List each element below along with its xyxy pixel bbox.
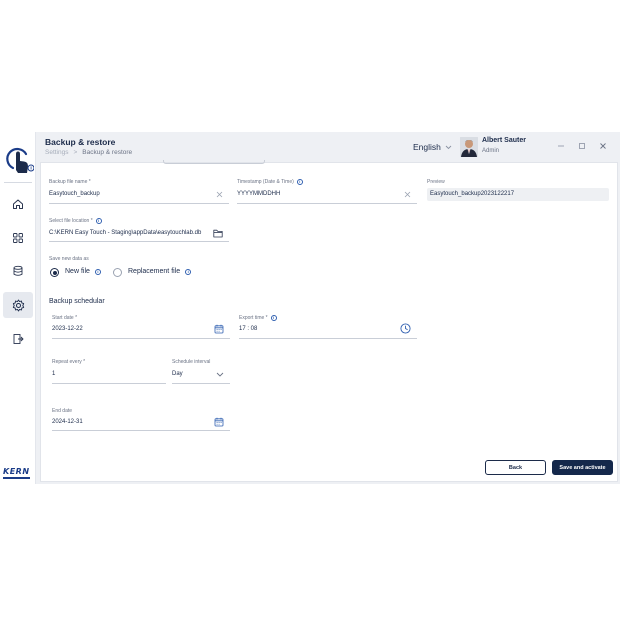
- timestamp-underline: [237, 203, 417, 204]
- info-icon[interactable]: i: [95, 218, 102, 224]
- preview-field: Easytouch_backup2023122217: [427, 188, 609, 201]
- info-icon[interactable]: i: [185, 268, 192, 275]
- file-location-input[interactable]: C:\KERN Easy Touch - Staging\appData\eas…: [49, 230, 201, 236]
- start-date-underline: [52, 338, 230, 339]
- chevron-down-icon: [445, 145, 452, 149]
- info-icon[interactable]: i: [94, 268, 101, 275]
- file-name-underline: [49, 203, 229, 204]
- backup-file-name-input[interactable]: Easytouch_backup: [49, 191, 100, 197]
- maximize-window-button[interactable]: [577, 141, 587, 151]
- language-label: English: [413, 142, 441, 152]
- sidebar-item-logout[interactable]: [3, 326, 33, 352]
- breadcrumb-current: Backup & restore: [82, 149, 133, 156]
- sidebar-item-apps[interactable]: [3, 225, 33, 251]
- kern-logo: KERN: [3, 468, 30, 479]
- browse-folder-button[interactable]: [212, 227, 224, 239]
- backup-form-card: Backup file name * Easytouch_backup Time…: [40, 160, 618, 482]
- language-selector[interactable]: English: [413, 142, 452, 152]
- clear-timestamp-button[interactable]: [402, 189, 412, 199]
- schedule-interval-dropdown[interactable]: [215, 369, 225, 379]
- end-date-underline: [52, 430, 230, 431]
- minimize-window-button[interactable]: [556, 141, 566, 151]
- calendar-icon: [214, 324, 224, 334]
- schedule-interval-select[interactable]: Day: [172, 371, 183, 377]
- repeat-every-underline: [52, 383, 166, 384]
- timestamp-input[interactable]: YYYYMMDDHH: [237, 191, 280, 197]
- save-new-data-label: Save new data as: [49, 256, 89, 262]
- backup-file-name-label: Backup file name *: [49, 179, 91, 185]
- repeat-every-input[interactable]: 1: [52, 371, 55, 377]
- logout-icon: [13, 334, 24, 344]
- close-window-button[interactable]: [598, 141, 608, 151]
- header: Backup & restore Settings > Backup & res…: [36, 132, 620, 162]
- sidebar: i KERN: [0, 132, 36, 484]
- minimize-icon: [558, 145, 564, 147]
- file-location-underline: [49, 241, 229, 242]
- back-button[interactable]: Back: [485, 460, 546, 475]
- chevron-down-icon: [216, 372, 224, 377]
- repeat-every-label: Repeat every *: [52, 359, 86, 365]
- sidebar-item-settings[interactable]: [3, 292, 33, 318]
- radio-replacement-file[interactable]: [113, 268, 122, 277]
- info-icon[interactable]: i: [296, 179, 303, 185]
- user-name: Albert Sauter: [482, 137, 526, 144]
- schedule-interval-label: Schedule interval: [172, 359, 211, 365]
- end-date-picker-button[interactable]: [213, 416, 225, 428]
- avatar[interactable]: [460, 137, 478, 157]
- close-icon: [600, 143, 606, 149]
- start-date-label: Start date *: [52, 315, 78, 321]
- backup-schedular-title: Backup schedular: [49, 298, 105, 305]
- start-date-input[interactable]: 2023-12-22: [52, 326, 83, 332]
- new-file-option[interactable]: New file i: [65, 268, 101, 275]
- start-date-picker-button[interactable]: [213, 323, 225, 335]
- preview-value: Easytouch_backup2023122217: [430, 191, 515, 197]
- info-icon[interactable]: i: [270, 315, 277, 321]
- sidebar-divider: [4, 182, 32, 183]
- tab-indicator: [163, 160, 265, 164]
- breadcrumb-settings[interactable]: Settings: [45, 149, 69, 156]
- sidebar-item-home[interactable]: [3, 191, 33, 217]
- app-window: i KERN Backup & restore Settings > Backu…: [0, 132, 620, 484]
- gear-icon: [12, 299, 24, 311]
- file-location-label: Select file location * i: [49, 218, 102, 224]
- timestamp-label: Timestamp (Date & Time) i: [237, 179, 303, 185]
- calendar-icon: [214, 417, 224, 427]
- breadcrumb-separator: >: [73, 149, 78, 156]
- page-title: Backup & restore: [45, 137, 116, 147]
- radio-new-file[interactable]: [50, 268, 59, 277]
- user-role: Admin: [482, 148, 500, 154]
- replacement-file-option[interactable]: Replacement file i: [128, 268, 192, 275]
- clock-icon: [400, 323, 411, 334]
- folder-icon: [213, 229, 223, 237]
- close-icon: [216, 191, 222, 197]
- maximize-icon: [579, 143, 585, 149]
- export-time-underline: [239, 338, 417, 339]
- end-date-label: End date: [52, 408, 73, 414]
- close-icon: [404, 191, 410, 197]
- export-time-label: Export time * i: [239, 315, 277, 321]
- preview-label: Preview: [427, 179, 445, 185]
- export-time-input[interactable]: 17 : 08: [239, 326, 257, 332]
- save-and-activate-button[interactable]: Save and activate: [552, 460, 613, 475]
- export-time-picker-button[interactable]: [399, 322, 412, 335]
- touch-hand-logo-icon: i: [4, 140, 35, 180]
- clear-file-name-button[interactable]: [214, 189, 224, 199]
- breadcrumb: Settings > Backup & restore: [45, 149, 132, 156]
- home-icon: [13, 199, 23, 209]
- schedule-interval-underline: [172, 383, 230, 384]
- grid-icon: [13, 233, 23, 243]
- end-date-input[interactable]: 2024-12-31: [52, 419, 83, 425]
- database-icon: [13, 265, 23, 276]
- sidebar-item-database[interactable]: [3, 258, 33, 284]
